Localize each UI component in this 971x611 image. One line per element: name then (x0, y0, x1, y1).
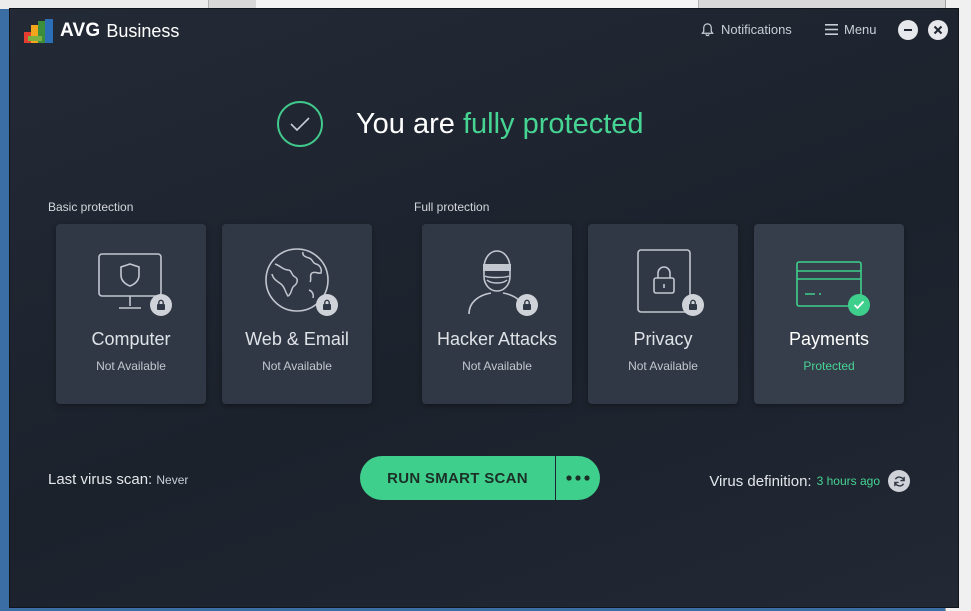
notifications-button[interactable]: Notifications (700, 22, 792, 37)
card-computer[interactable]: Computer Not Available (56, 224, 206, 404)
last-scan-value: Never (156, 473, 189, 487)
card-title: Hacker Attacks (436, 329, 558, 349)
card-web-email[interactable]: Web & Email Not Available (222, 224, 372, 404)
card-payments[interactable]: Payments Protected (754, 224, 904, 404)
product-name: Business (106, 20, 180, 41)
menu-button[interactable]: Menu (825, 22, 877, 37)
bell-icon (701, 23, 714, 37)
virus-definition-info: Virus definition: 3 hours ago (709, 470, 910, 492)
lock-icon (682, 294, 704, 316)
background-tab (70, 0, 139, 9)
lock-icon (516, 294, 538, 316)
close-button[interactable] (928, 20, 948, 40)
card-status: Not Available (96, 359, 166, 373)
status-check-icon (277, 101, 323, 147)
protected-check-icon (848, 294, 870, 316)
scan-options-button[interactable] (556, 456, 600, 500)
more-dots-icon (566, 475, 590, 481)
card-status: Not Available (628, 359, 698, 373)
protection-status-banner: You are fully protected (277, 101, 644, 147)
background-tab (138, 0, 209, 9)
last-scan-label: Last virus scan: (48, 471, 153, 488)
card-status: Not Available (462, 359, 532, 373)
avg-main-window: AVG Business Notifications Menu You are … (10, 9, 958, 607)
card-title: Web & Email (245, 329, 349, 349)
app-logo: AVG Business (24, 19, 179, 43)
lock-icon (316, 294, 338, 316)
status-highlight: fully protected (462, 107, 644, 140)
card-hacker-attacks[interactable]: Hacker Attacks Not Available (422, 224, 572, 404)
menu-label: Menu (844, 22, 877, 37)
minimize-button[interactable] (898, 20, 918, 40)
close-icon (933, 25, 943, 35)
card-status: Protected (803, 359, 855, 373)
full-protection-label: Full protection (414, 200, 490, 214)
minimize-icon (904, 29, 912, 31)
background-taskbar-strip (0, 0, 971, 9)
brand-name: AVG (60, 20, 101, 41)
lock-icon (150, 294, 172, 316)
run-smart-scan-button[interactable]: RUN SMART SCAN (360, 456, 555, 500)
basic-protection-label: Basic protection (48, 200, 134, 214)
virus-definition-label: Virus definition: (709, 472, 812, 490)
notifications-label: Notifications (721, 22, 792, 37)
refresh-icon (893, 475, 905, 487)
status-prefix: You are (356, 107, 463, 140)
card-title: Computer (91, 329, 171, 349)
card-title: Payments (788, 329, 870, 349)
avg-logo-icon (24, 19, 53, 43)
hamburger-icon (825, 24, 838, 35)
title-bar: AVG Business Notifications Menu (10, 9, 958, 53)
card-title: Privacy (633, 329, 693, 349)
background-window (256, 0, 699, 9)
card-status: Not Available (262, 359, 332, 373)
last-scan-info: Last virus scan: Never (48, 471, 188, 488)
background-tab (0, 0, 71, 9)
status-headline: You are fully protected (356, 108, 644, 141)
refresh-definitions-button[interactable] (888, 470, 910, 492)
card-privacy[interactable]: Privacy Not Available (588, 224, 738, 404)
virus-definition-value: 3 hours ago (816, 474, 880, 488)
